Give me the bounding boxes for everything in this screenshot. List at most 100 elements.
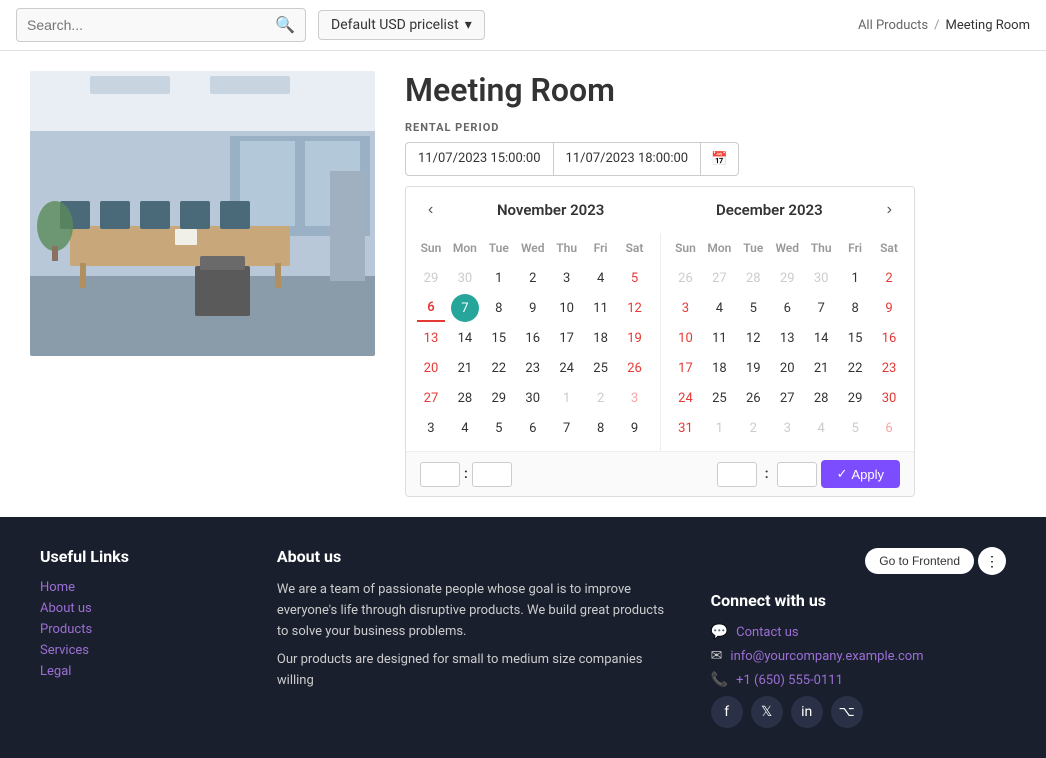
cal-day[interactable]: 17: [671, 354, 699, 382]
cal-day[interactable]: 4: [807, 414, 835, 442]
calendar-next-button[interactable]: ›: [879, 197, 900, 223]
cal-day[interactable]: 29: [773, 264, 801, 292]
cal-day[interactable]: 3: [417, 414, 445, 442]
cal-day[interactable]: 27: [773, 384, 801, 412]
cal-day[interactable]: 17: [553, 324, 581, 352]
cal-day[interactable]: 30: [519, 384, 547, 412]
cal-day[interactable]: 6: [519, 414, 547, 442]
footer-link-about[interactable]: About us: [40, 601, 237, 616]
cal-day[interactable]: 13: [773, 324, 801, 352]
cal-day[interactable]: 3: [773, 414, 801, 442]
cal-day[interactable]: 24: [553, 354, 581, 382]
cal-day[interactable]: 23: [519, 354, 547, 382]
cal-day[interactable]: 29: [417, 264, 445, 292]
cal-day[interactable]: 9: [621, 414, 649, 442]
cal-day[interactable]: 9: [875, 294, 903, 322]
github-icon[interactable]: ⌥: [831, 696, 863, 728]
cal-day[interactable]: 5: [485, 414, 513, 442]
calendar-toggle-button[interactable]: 📅: [701, 142, 739, 176]
cal-day[interactable]: 26: [671, 264, 699, 292]
cal-day[interactable]: 15: [841, 324, 869, 352]
cal-day[interactable]: 1: [841, 264, 869, 292]
cal-day[interactable]: 3: [553, 264, 581, 292]
footer-link-services[interactable]: Services: [40, 643, 237, 658]
cal-day[interactable]: 5: [621, 264, 649, 292]
cal-day[interactable]: 16: [875, 324, 903, 352]
cal-day[interactable]: 14: [451, 324, 479, 352]
footer-link-legal[interactable]: Legal: [40, 664, 237, 679]
go-frontend-menu-button[interactable]: ⋮: [978, 547, 1006, 575]
cal-day[interactable]: 18: [705, 354, 733, 382]
cal-day-selected[interactable]: 7: [451, 294, 479, 322]
cal-day[interactable]: 3: [621, 384, 649, 412]
cal-day[interactable]: 28: [739, 264, 767, 292]
start-date-input[interactable]: 11/07/2023 15:00:00: [405, 142, 553, 176]
cal-day[interactable]: 29: [841, 384, 869, 412]
cal-day[interactable]: 8: [841, 294, 869, 322]
start-hour-input[interactable]: 15: [420, 462, 460, 487]
cal-day[interactable]: 21: [451, 354, 479, 382]
cal-day[interactable]: 12: [621, 294, 649, 322]
cal-day[interactable]: 8: [485, 294, 513, 322]
end-hour-input[interactable]: 18: [717, 462, 757, 487]
cal-day[interactable]: 27: [705, 264, 733, 292]
calendar-prev-button[interactable]: ‹: [420, 197, 441, 223]
cal-day[interactable]: 3: [671, 294, 699, 322]
cal-day[interactable]: 26: [621, 354, 649, 382]
cal-day[interactable]: 28: [807, 384, 835, 412]
cal-day[interactable]: 28: [451, 384, 479, 412]
facebook-icon[interactable]: f: [711, 696, 743, 728]
cal-day[interactable]: 25: [705, 384, 733, 412]
go-frontend-button[interactable]: Go to Frontend: [865, 548, 974, 574]
cal-day[interactable]: 12: [739, 324, 767, 352]
cal-day[interactable]: 22: [485, 354, 513, 382]
cal-day[interactable]: 2: [875, 264, 903, 292]
cal-day[interactable]: 1: [485, 264, 513, 292]
cal-day[interactable]: 6: [875, 414, 903, 442]
cal-day[interactable]: 31: [671, 414, 699, 442]
cal-day[interactable]: 22: [841, 354, 869, 382]
cal-day[interactable]: 11: [587, 294, 615, 322]
pricelist-dropdown[interactable]: Default USD pricelist ▾: [318, 10, 485, 40]
cal-day[interactable]: 14: [807, 324, 835, 352]
cal-day[interactable]: 7: [807, 294, 835, 322]
cal-day[interactable]: 13: [417, 324, 445, 352]
cal-day[interactable]: 25: [587, 354, 615, 382]
cal-day[interactable]: 6: [773, 294, 801, 322]
cal-day[interactable]: 20: [417, 354, 445, 382]
cal-day[interactable]: 29: [485, 384, 513, 412]
cal-day[interactable]: 4: [705, 294, 733, 322]
end-minute-input[interactable]: 00: [777, 462, 817, 487]
cal-day[interactable]: 27: [417, 384, 445, 412]
start-minute-input[interactable]: 00: [472, 462, 512, 487]
cal-day[interactable]: 18: [587, 324, 615, 352]
cal-day[interactable]: 4: [587, 264, 615, 292]
cal-day[interactable]: 9: [519, 294, 547, 322]
search-icon-button[interactable]: 🔍: [275, 15, 295, 35]
cal-day[interactable]: 7: [553, 414, 581, 442]
cal-day[interactable]: 10: [671, 324, 699, 352]
cal-day[interactable]: 1: [553, 384, 581, 412]
cal-day[interactable]: 4: [451, 414, 479, 442]
twitter-icon[interactable]: 𝕏: [751, 696, 783, 728]
contact-us-link[interactable]: Contact us: [736, 625, 799, 640]
cal-day[interactable]: 15: [485, 324, 513, 352]
cal-day[interactable]: 19: [739, 354, 767, 382]
linkedin-icon[interactable]: in: [791, 696, 823, 728]
cal-day[interactable]: 5: [739, 294, 767, 322]
cal-day[interactable]: 2: [739, 414, 767, 442]
email-link[interactable]: info@yourcompany.example.com: [730, 649, 923, 664]
apply-button[interactable]: ✓ Apply: [821, 460, 900, 488]
cal-day[interactable]: 30: [875, 384, 903, 412]
phone-link[interactable]: +1 (650) 555-0111: [736, 673, 843, 688]
cal-day[interactable]: 5: [841, 414, 869, 442]
breadcrumb-parent[interactable]: All Products: [858, 18, 928, 33]
end-date-input[interactable]: 11/07/2023 18:00:00: [553, 142, 702, 176]
cal-day[interactable]: 2: [587, 384, 615, 412]
footer-link-products[interactable]: Products: [40, 622, 237, 637]
search-input[interactable]: [27, 17, 275, 33]
cal-day-today[interactable]: 6: [417, 294, 445, 322]
cal-day[interactable]: 30: [807, 264, 835, 292]
cal-day[interactable]: 11: [705, 324, 733, 352]
cal-day[interactable]: 16: [519, 324, 547, 352]
